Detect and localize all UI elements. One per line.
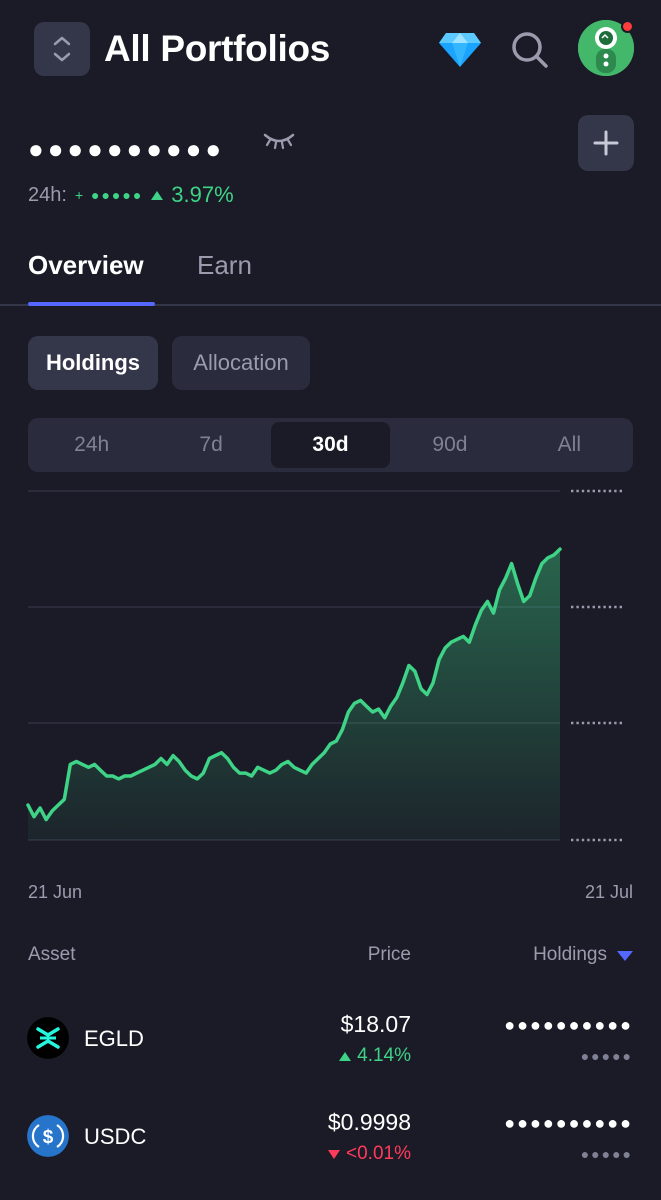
page-title[interactable]: All Portfolios xyxy=(104,28,330,70)
plus-icon xyxy=(593,130,619,156)
column-header-holdings[interactable]: Holdings xyxy=(533,944,607,966)
range-option-30d[interactable]: 30d xyxy=(270,422,391,468)
table-row[interactable]: EGLD $18.07 4.14% ●●●●●●●●●● ●●●●● xyxy=(0,995,661,1085)
egld-coin-icon xyxy=(27,1017,69,1059)
portfolio-balance-masked: ●●●●●●●●●● xyxy=(28,134,226,164)
portfolio-chart[interactable] xyxy=(0,480,661,860)
chart-x-start-label: 21 Jun xyxy=(28,882,83,902)
tab-overview[interactable]: Overview xyxy=(28,250,144,281)
asset-holdings-masked: ●●●●●●●●●● xyxy=(504,1113,633,1133)
asset-price: $18.07 xyxy=(340,1011,411,1037)
column-header-price[interactable]: Price xyxy=(368,944,411,966)
change-percent: 3.97% xyxy=(171,182,234,207)
eye-closed-icon[interactable] xyxy=(262,130,296,152)
usdc-coin-icon: $ xyxy=(27,1115,69,1157)
time-range-selector: 24h 7d 30d 90d All xyxy=(28,418,633,472)
search-icon[interactable] xyxy=(510,30,550,70)
chart-x-end-label: 21 Jul xyxy=(584,882,633,902)
avatar[interactable] xyxy=(578,20,634,76)
holdings-toggle-button[interactable]: Holdings xyxy=(28,336,158,390)
diamond-icon[interactable] xyxy=(438,30,482,68)
asset-price-change: <0.01% xyxy=(328,1143,411,1165)
portfolio-switcher-button[interactable] xyxy=(34,22,90,76)
active-tab-indicator xyxy=(28,302,155,306)
column-header-asset[interactable]: Asset xyxy=(28,944,76,966)
triangle-up-icon xyxy=(339,1051,352,1061)
notification-dot xyxy=(621,20,634,33)
asset-symbol: USDC xyxy=(84,1124,147,1149)
change-amount-masked: + ●●●●● xyxy=(74,187,144,203)
range-option-24h[interactable]: 24h xyxy=(32,422,151,468)
add-portfolio-button[interactable] xyxy=(578,115,634,171)
table-row[interactable]: $ USDC $0.9998 <0.01% ●●●●●●●●●● ●●●●● xyxy=(0,1093,661,1183)
chevron-up-down-icon xyxy=(53,36,71,62)
asset-holdings-qty-masked: ●●●●● xyxy=(580,1146,633,1162)
asset-holdings-qty-masked: ●●●●● xyxy=(580,1048,633,1064)
chart-area-fill xyxy=(28,549,560,840)
triangle-up-icon xyxy=(151,190,164,200)
asset-change-percent: 4.14% xyxy=(357,1045,411,1066)
asset-change-percent: <0.01% xyxy=(346,1143,411,1164)
allocation-toggle-button[interactable]: Allocation xyxy=(172,336,310,390)
range-option-7d[interactable]: 7d xyxy=(151,422,270,468)
asset-price: $0.9998 xyxy=(327,1109,411,1135)
sort-descending-icon[interactable] xyxy=(617,951,633,961)
balance-change-row: 24h: + ●●●●● 3.97% xyxy=(28,182,234,208)
range-option-all[interactable]: All xyxy=(510,422,629,468)
asset-price-change: 4.14% xyxy=(339,1045,411,1067)
range-option-90d[interactable]: 90d xyxy=(390,422,509,468)
asset-holdings-masked: ●●●●●●●●●● xyxy=(504,1015,633,1035)
triangle-down-icon xyxy=(328,1149,341,1159)
svg-text:$: $ xyxy=(43,1127,54,1148)
change-period-label: 24h: xyxy=(28,183,67,206)
asset-symbol: EGLD xyxy=(84,1026,144,1051)
tab-earn[interactable]: Earn xyxy=(197,250,252,281)
